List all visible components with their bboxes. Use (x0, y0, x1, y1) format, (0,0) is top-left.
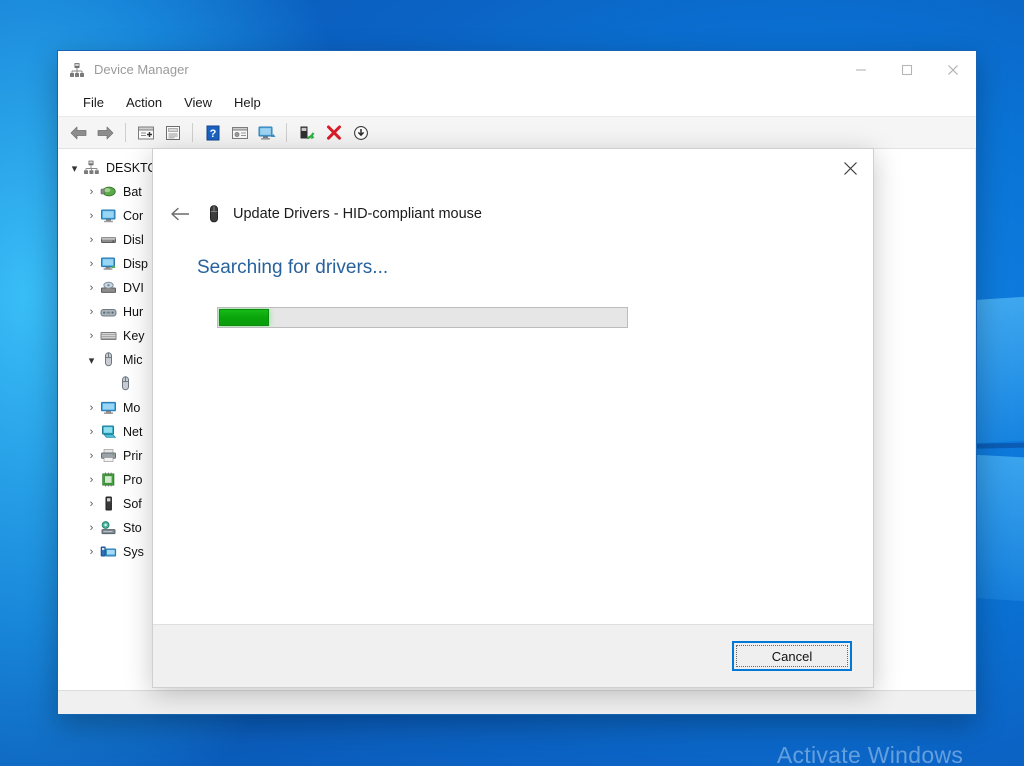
tree-item-label: Sys (123, 545, 144, 559)
chevron-right-icon[interactable]: › (83, 450, 100, 462)
tree-item-label: Sof (123, 497, 142, 511)
activate-windows-watermark: Activate Windows (776, 742, 964, 766)
tree-item-label: Prir (123, 449, 143, 463)
svg-text:?: ? (209, 128, 216, 140)
update-driver-icon[interactable] (294, 120, 319, 145)
processors-icon (100, 472, 118, 488)
chevron-right-icon[interactable]: › (83, 426, 100, 438)
dialog-heading: Searching for drivers... (197, 257, 389, 278)
desktop-background: Activate Windows Device Manager File Act… (0, 0, 1024, 766)
title-bar: Device Manager (58, 51, 976, 88)
back-arrow-icon[interactable] (165, 199, 195, 229)
tree-item-label: Sto (123, 521, 142, 535)
toolbar-separator (192, 123, 193, 142)
back-icon[interactable] (66, 120, 91, 145)
dialog-title: Update Drivers - HID-compliant mouse (233, 206, 482, 222)
chevron-right-icon[interactable]: › (83, 306, 100, 318)
chevron-right-icon[interactable]: › (83, 234, 100, 246)
status-bar (58, 690, 976, 714)
toolbar-separator (286, 123, 287, 142)
window-title: Device Manager (94, 62, 189, 77)
menu-item-file[interactable]: File (72, 92, 115, 113)
cancel-button[interactable]: Cancel (732, 641, 852, 671)
human-interface-devices-icon (100, 304, 118, 320)
dialog-content: Searching for drivers... (153, 235, 873, 624)
show-hidden-devices-icon[interactable] (133, 120, 158, 145)
uninstall-device-icon[interactable] (321, 120, 346, 145)
menu-item-action[interactable]: Action (115, 92, 173, 113)
system-devices-icon (100, 544, 118, 560)
tree-item-label: Mic (123, 353, 143, 367)
keyboards-icon (100, 328, 118, 344)
update-drivers-dialog: Update Drivers - HID-compliant mouse Sea… (152, 148, 874, 688)
network-adapters-icon (100, 424, 118, 440)
chevron-right-icon[interactable]: › (83, 210, 100, 222)
dialog-top-bar (153, 149, 873, 193)
help-icon[interactable]: ? (200, 120, 225, 145)
window-controls (838, 51, 976, 88)
dvd-cd-rom-icon (100, 280, 118, 296)
tree-item-label: Mo (123, 401, 141, 415)
dialog-header: Update Drivers - HID-compliant mouse (153, 193, 873, 235)
monitors-icon (100, 400, 118, 416)
tree-item-label: DVI (123, 281, 144, 295)
disable-device-icon[interactable] (348, 120, 373, 145)
cancel-button-label: Cancel (771, 648, 813, 664)
chevron-right-icon[interactable]: › (83, 474, 100, 486)
tree-item-label: Bat (123, 185, 142, 199)
toolbar-separator (125, 123, 126, 142)
chevron-right-icon[interactable]: › (83, 330, 100, 342)
minimize-button[interactable] (838, 51, 884, 88)
progress-bar-fill (219, 309, 269, 326)
chevron-down-icon[interactable]: ▾ (83, 354, 100, 367)
storage-controllers-icon (100, 520, 118, 536)
tree-item-label: Pro (123, 473, 143, 487)
properties-icon[interactable] (160, 120, 185, 145)
device-manager-icon (69, 62, 85, 78)
tree-item-label: Hur (123, 305, 144, 319)
close-button[interactable] (930, 51, 976, 88)
tree-item-label: Disp (123, 257, 149, 271)
chevron-right-icon[interactable]: › (83, 186, 100, 198)
dialog-close-button[interactable] (827, 149, 873, 187)
mouse-icon (117, 376, 135, 392)
computer-node-icon (100, 208, 118, 224)
tree-item-label: Net (123, 425, 143, 439)
tree-item-label: DESKTO (106, 161, 158, 175)
maximize-button[interactable] (884, 51, 930, 88)
toolbar: ? (58, 117, 976, 149)
tree-item-label: Cor (123, 209, 144, 223)
forward-icon[interactable] (93, 120, 118, 145)
chevron-right-icon[interactable]: › (83, 282, 100, 294)
computer-icon (83, 160, 101, 176)
batteries-icon (100, 184, 118, 200)
print-queues-icon (100, 448, 118, 464)
disk-drives-icon (100, 232, 118, 248)
tree-item-label: Key (123, 329, 145, 343)
tree-item-label: Disl (123, 233, 144, 247)
chevron-right-icon[interactable]: › (83, 402, 100, 414)
display-adapters-icon (100, 256, 118, 272)
mouse-icon (207, 205, 223, 223)
mice-and-pointing-devices-icon (100, 352, 118, 368)
chevron-down-icon[interactable]: ▾ (66, 162, 83, 175)
menu-item-view[interactable]: View (173, 92, 223, 113)
menu-item-help[interactable]: Help (223, 92, 272, 113)
progress-bar (217, 307, 628, 328)
chevron-right-icon[interactable]: › (83, 498, 100, 510)
software-devices-icon (100, 496, 118, 512)
chevron-right-icon[interactable]: › (83, 522, 100, 534)
chevron-right-icon[interactable]: › (83, 258, 100, 270)
chevron-right-icon[interactable]: › (83, 546, 100, 558)
device-list-icon[interactable] (227, 120, 252, 145)
dialog-footer: Cancel (153, 624, 873, 687)
scan-for-hardware-changes-icon[interactable] (254, 120, 279, 145)
menu-bar: File Action View Help (58, 88, 976, 117)
